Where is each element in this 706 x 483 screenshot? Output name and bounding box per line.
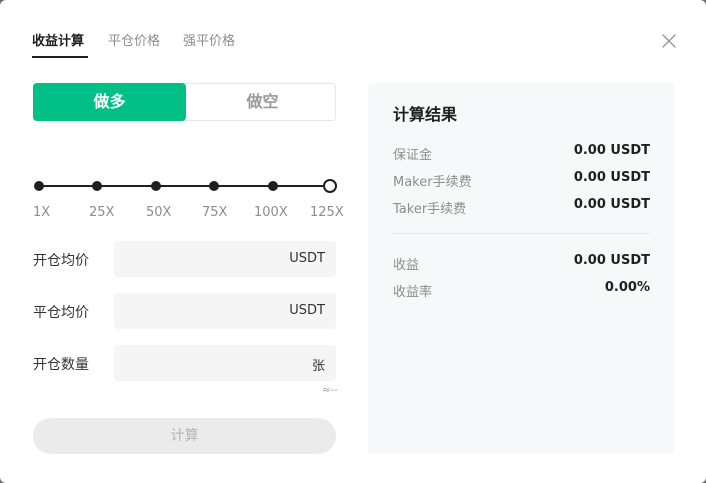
slider-tick-75x[interactable]	[209, 181, 219, 191]
slider-tick-1x[interactable]	[34, 181, 44, 191]
slider-handle[interactable]	[323, 179, 337, 193]
open-price-unit: USDT	[289, 251, 325, 266]
open-price-input[interactable]	[122, 241, 276, 279]
slider-tick-100x[interactable]	[268, 181, 278, 191]
close-price-unit: USDT	[289, 303, 325, 318]
slider-label: 25X	[89, 205, 115, 220]
open-price-field: USDT	[114, 241, 336, 279]
close-price-input[interactable]	[122, 293, 276, 331]
tab-close-price[interactable]: 平仓价格	[108, 30, 160, 49]
profit-label: 收益	[393, 258, 420, 273]
approx-value: ≈--	[322, 385, 338, 396]
slider-tick-25x[interactable]	[92, 181, 102, 191]
slider-track	[39, 185, 331, 187]
active-tab-indicator	[32, 56, 88, 58]
short-button[interactable]: 做空	[186, 83, 339, 121]
calculate-button[interactable]: 计算	[33, 418, 336, 454]
tab-profit-calculation[interactable]: 收益计算	[32, 30, 84, 49]
return-rate-label: 收益率	[393, 285, 433, 300]
open-quantity-label: 开仓数量	[33, 357, 89, 373]
close-price-label: 平仓均价	[33, 305, 89, 321]
result-divider	[393, 233, 650, 234]
profit-value: 0.00 USDT	[573, 253, 650, 268]
long-button[interactable]: 做多	[33, 83, 186, 121]
margin-label: 保证金	[393, 148, 433, 163]
result-title: 计算结果	[393, 105, 458, 124]
slider-label: 50X	[146, 205, 172, 220]
slider-label: 1X	[33, 205, 51, 220]
maker-fee-value: 0.00 USDT	[573, 170, 650, 185]
open-quantity-unit: 张	[311, 359, 325, 374]
taker-fee-value: 0.00 USDT	[573, 197, 650, 212]
open-price-label: 开仓均价	[33, 253, 89, 269]
margin-value: 0.00 USDT	[573, 143, 650, 158]
maker-fee-label: Maker手续费	[393, 175, 472, 190]
position-side-toggle: 做多 做空	[33, 83, 336, 121]
leverage-slider[interactable]: 1X 25X 50X 75X 100X 125X	[33, 176, 344, 221]
open-quantity-input[interactable]	[122, 345, 276, 383]
result-panel: 计算结果 保证金 0.00 USDT Maker手续费 0.00 USDT Ta…	[368, 83, 674, 454]
return-rate-value: 0.00%	[604, 280, 650, 295]
close-price-field: USDT	[114, 293, 336, 331]
slider-label: 75X	[202, 205, 228, 220]
slider-tick-50x[interactable]	[151, 181, 161, 191]
slider-label: 100X	[254, 205, 288, 220]
open-quantity-field: 张	[114, 345, 336, 383]
profit-calculator-dialog: 收益计算 平仓价格 强平价格 做多 做空 1X 25X 50X 75X 100X…	[0, 0, 706, 483]
taker-fee-label: Taker手续费	[393, 202, 467, 217]
slider-label: 125X	[310, 205, 344, 220]
close-button[interactable]	[660, 32, 678, 50]
close-icon	[662, 34, 676, 48]
tab-liquidation-price[interactable]: 强平价格	[183, 30, 235, 49]
